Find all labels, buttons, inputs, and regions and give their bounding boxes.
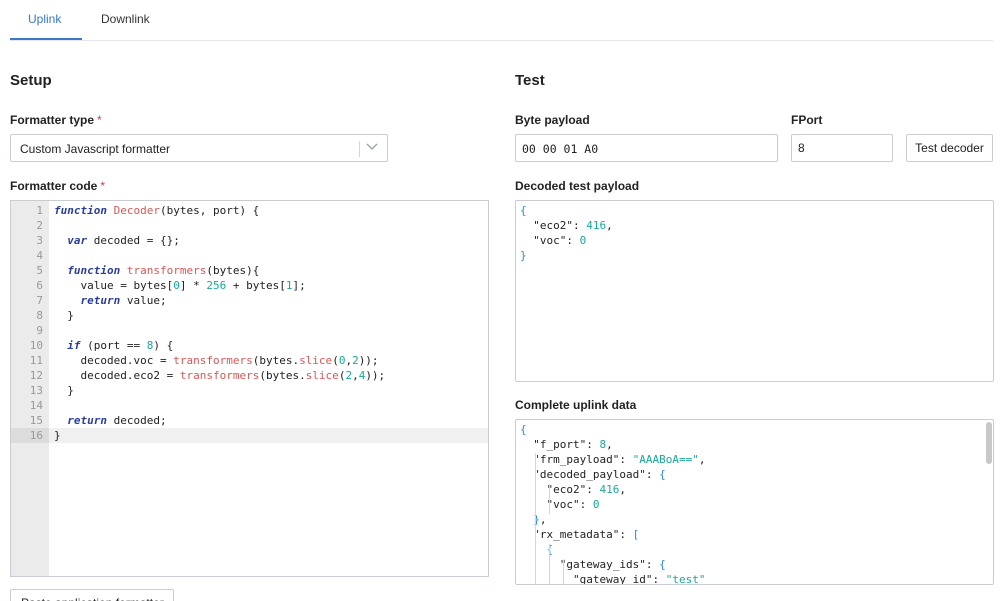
byte-payload-label: Byte payload: [515, 113, 590, 127]
line-number: 6: [36, 279, 43, 292]
code-line[interactable]: 9: [11, 323, 488, 338]
json-line: "gateway_ids": {: [520, 558, 666, 571]
line-number: 7: [36, 294, 43, 307]
code-line[interactable]: 10 if (port == 8) {: [11, 338, 488, 353]
line-number: 9: [36, 324, 43, 337]
tab-downlink[interactable]: Downlink: [101, 12, 150, 26]
tab-bar: Uplink Downlink: [10, 0, 993, 41]
code-text: }: [54, 309, 74, 322]
formatter-type-select[interactable]: Custom Javascript formatter: [10, 134, 388, 162]
line-number: 8: [36, 309, 43, 322]
code-text: function Decoder(bytes, port) {: [54, 204, 260, 217]
json-line: {: [520, 423, 527, 436]
line-number: 16: [11, 428, 49, 443]
line-number: 12: [29, 369, 43, 382]
required-marker: *: [100, 179, 106, 193]
formatter-code-label: Formatter code *: [10, 179, 106, 193]
line-number: 1: [36, 204, 43, 217]
code-text: }: [54, 384, 74, 397]
code-text: if (port == 8) {: [67, 339, 174, 352]
line-number: 15: [29, 414, 43, 427]
json-line: "eco2": 416,: [520, 219, 613, 232]
code-text: return decoded;: [67, 414, 167, 427]
test-heading: Test: [515, 72, 545, 89]
indent-guide: [535, 453, 536, 584]
indent-guide: [549, 484, 550, 514]
code-line[interactable]: 15 return decoded;: [11, 413, 488, 428]
byte-payload-input[interactable]: 00 00 01 A0: [515, 134, 778, 162]
required-marker: *: [97, 113, 102, 127]
line-number: 10: [29, 339, 43, 352]
json-line: "f_port": 8,: [520, 438, 613, 451]
code-line[interactable]: 2: [11, 218, 488, 233]
formatter-type-value: Custom Javascript formatter: [20, 142, 171, 156]
formatter-code-editor[interactable]: 1 function Decoder(bytes, port) {2 3 var d…: [10, 200, 489, 577]
paste-application-formatter-button[interactable]: Paste application formatter: [10, 589, 174, 601]
code-line[interactable]: 8 }: [11, 308, 488, 323]
code-line[interactable]: 16}: [11, 428, 488, 443]
select-separator: [359, 141, 360, 157]
code-line[interactable]: 3 var decoded = {};: [11, 233, 488, 248]
line-number: 4: [36, 249, 43, 262]
json-line: "gateway_id": "test": [520, 573, 706, 585]
line-number: 11: [29, 354, 43, 367]
code-line[interactable]: 5 function transformers(bytes){: [11, 263, 488, 278]
active-tab-indicator: [10, 38, 82, 40]
test-decoder-button[interactable]: Test decoder: [906, 134, 993, 162]
complete-uplink-data-label: Complete uplink data: [515, 398, 637, 412]
code-line[interactable]: 13 }: [11, 383, 488, 398]
json-line: "voc": 0: [520, 498, 600, 511]
complete-uplink-data-output[interactable]: { "f_port": 8, "frm_payload": "AAABoA=="…: [515, 419, 994, 585]
formatter-type-label: Formatter type *: [10, 113, 102, 127]
code-text: var decoded = {};: [67, 234, 180, 247]
code-text: }: [54, 429, 61, 442]
setup-heading: Setup: [10, 72, 52, 89]
code-text: value = bytes[0] * 256 + bytes[1];: [54, 279, 306, 292]
json-line: }: [520, 249, 527, 262]
code-line[interactable]: 7 return value;: [11, 293, 488, 308]
tab-uplink[interactable]: Uplink: [28, 12, 61, 26]
json-line: {: [520, 204, 527, 217]
line-number: 13: [29, 384, 43, 397]
scrollbar-thumb[interactable]: [986, 422, 992, 464]
json-line: "voc": 0: [520, 234, 587, 247]
code-line[interactable]: 6 value = bytes[0] * 256 + bytes[1];: [11, 278, 488, 293]
line-number: 3: [36, 234, 43, 247]
decoded-test-payload-label: Decoded test payload: [515, 179, 640, 193]
json-line: "frm_payload": "AAABoA==",: [520, 453, 706, 466]
code-text: decoded.eco2 = transformers(bytes.slice(…: [54, 369, 386, 382]
decoded-payload-output[interactable]: { "eco2": 416, "voc": 0}: [515, 200, 994, 382]
code-text: function transformers(bytes){: [67, 264, 260, 277]
code-text: return value;: [80, 294, 167, 307]
code-line[interactable]: 12 decoded.eco2 = transformers(bytes.sli…: [11, 368, 488, 383]
code-text: decoded.voc = transformers(bytes.slice(0…: [54, 354, 379, 367]
json-line: },: [533, 513, 547, 526]
json-line: "rx_metadata": [: [520, 528, 640, 541]
code-line[interactable]: 11 decoded.voc = transformers(bytes.slic…: [11, 353, 488, 368]
json-line: "decoded_payload": {: [520, 468, 666, 481]
code-line[interactable]: 14: [11, 398, 488, 413]
fport-input[interactable]: 8: [791, 134, 893, 162]
code-line[interactable]: 4: [11, 248, 488, 263]
line-number: 5: [36, 264, 43, 277]
code-line[interactable]: 1 function Decoder(bytes, port) {: [11, 203, 488, 218]
line-number: 2: [36, 219, 43, 232]
indent-guide: [563, 559, 564, 584]
chevron-down-icon[interactable]: [365, 139, 379, 153]
line-number: 14: [29, 399, 43, 412]
indent-guide: [549, 544, 550, 584]
fport-label: FPort: [791, 113, 823, 127]
